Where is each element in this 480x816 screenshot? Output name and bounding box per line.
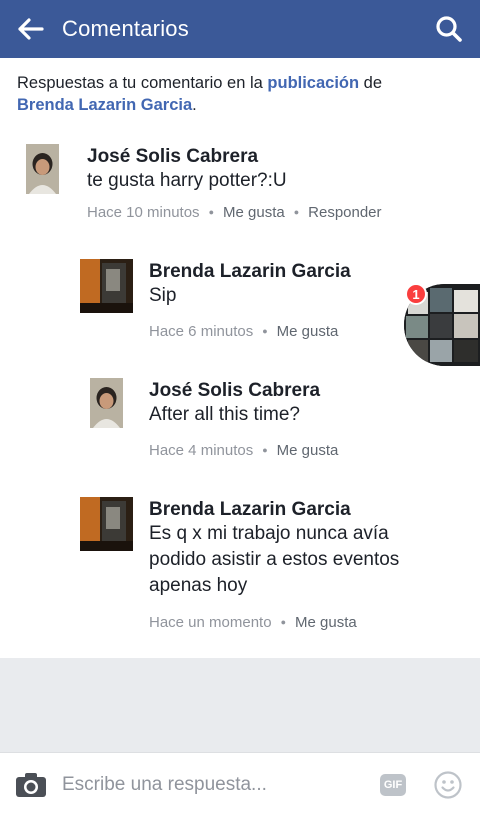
- gif-button[interactable]: GIF: [380, 773, 406, 796]
- comment-author[interactable]: Brenda Lazarin Garcia: [149, 261, 351, 283]
- intro-suffix: .: [192, 96, 197, 114]
- comment-text: After all this time?: [149, 404, 300, 425]
- comment-meta: Hace 10 minutos ● Me gusta ● Responder: [87, 204, 382, 221]
- like-link[interactable]: Me gusta: [277, 442, 339, 459]
- comment-text: te gusta harry potter?:U: [87, 170, 287, 191]
- like-link[interactable]: Me gusta: [277, 323, 339, 340]
- intro-prefix: Respuestas a tu comentario en la: [17, 74, 268, 92]
- comment-meta: Hace 4 minutos ● Me gusta: [149, 442, 339, 459]
- comments-panel: Respuestas a tu comentario en la publica…: [0, 58, 480, 658]
- publication-link[interactable]: publicación: [267, 74, 359, 92]
- comment-time: Hace un momento: [149, 614, 272, 631]
- comment: José Solis Cabrera After all this time? …: [90, 378, 420, 468]
- notification-badge: 1: [405, 283, 427, 305]
- smiley-icon[interactable]: [434, 770, 462, 799]
- reply-input[interactable]: [62, 764, 380, 805]
- comment: Brenda Lazarin Garcia Es q x mi trabajo …: [80, 497, 460, 637]
- avatar[interactable]: [80, 497, 133, 551]
- intro-text: Respuestas a tu comentario en la publica…: [17, 72, 457, 116]
- comment-time: Hace 6 minutos: [149, 323, 254, 340]
- comment-meta: Hace 6 minutos ● Me gusta: [149, 323, 339, 340]
- comment-time: Hace 10 minutos: [87, 204, 200, 221]
- reply-composer: GIF: [0, 752, 480, 816]
- arrow-left-icon: [18, 18, 44, 40]
- search-button[interactable]: [418, 0, 480, 58]
- comment-text: Es q x mi trabajo nunca avía podido asis…: [149, 523, 400, 596]
- top-bar: Comentarios: [0, 0, 480, 58]
- author-link[interactable]: Brenda Lazarin Garcia: [17, 96, 192, 114]
- comment-author[interactable]: José Solis Cabrera: [87, 146, 258, 168]
- avatar[interactable]: [26, 144, 59, 194]
- like-link[interactable]: Me gusta: [223, 204, 285, 221]
- reply-link[interactable]: Responder: [308, 204, 381, 221]
- comment-text: Sip: [149, 285, 177, 306]
- back-button[interactable]: [0, 0, 62, 58]
- comment-time: Hace 4 minutos: [149, 442, 254, 459]
- like-link[interactable]: Me gusta: [295, 614, 357, 631]
- comment-author[interactable]: José Solis Cabrera: [149, 380, 320, 402]
- camera-icon: [16, 772, 46, 797]
- avatar[interactable]: [90, 378, 123, 428]
- avatar[interactable]: [80, 259, 133, 313]
- comment: Brenda Lazarin Garcia Sip Hace 6 minutos…: [80, 259, 410, 349]
- camera-button[interactable]: [0, 753, 62, 816]
- comment: José Solis Cabrera te gusta harry potter…: [26, 144, 466, 234]
- search-icon: [436, 16, 462, 42]
- comment-meta: Hace un momento ● Me gusta: [149, 614, 357, 631]
- comment-author[interactable]: Brenda Lazarin Garcia: [149, 499, 351, 521]
- intro-middle: de: [359, 74, 383, 92]
- page-title: Comentarios: [62, 16, 189, 41]
